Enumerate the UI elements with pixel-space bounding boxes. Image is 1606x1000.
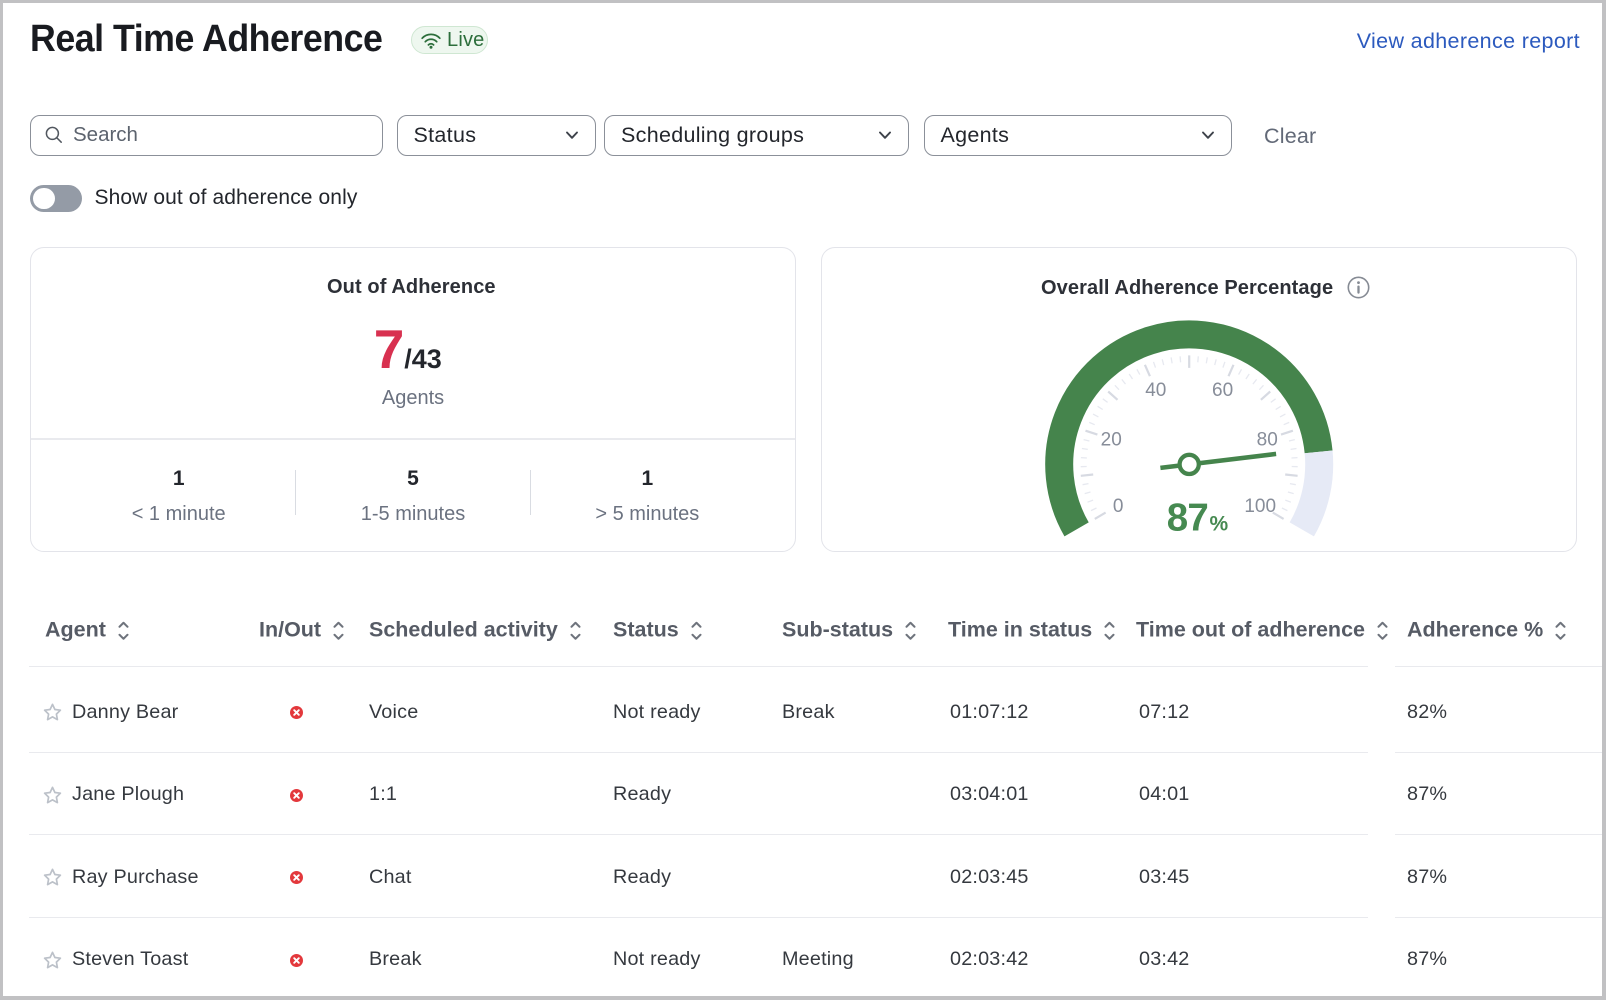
svg-text:%: %: [1210, 513, 1229, 536]
svg-text:100: 100: [1244, 496, 1276, 517]
svg-text:87: 87: [1167, 497, 1208, 540]
svg-text:0: 0: [1113, 496, 1124, 517]
svg-text:20: 20: [1101, 430, 1122, 451]
svg-text:60: 60: [1212, 380, 1233, 401]
svg-text:80: 80: [1257, 430, 1278, 451]
svg-text:40: 40: [1145, 380, 1166, 401]
